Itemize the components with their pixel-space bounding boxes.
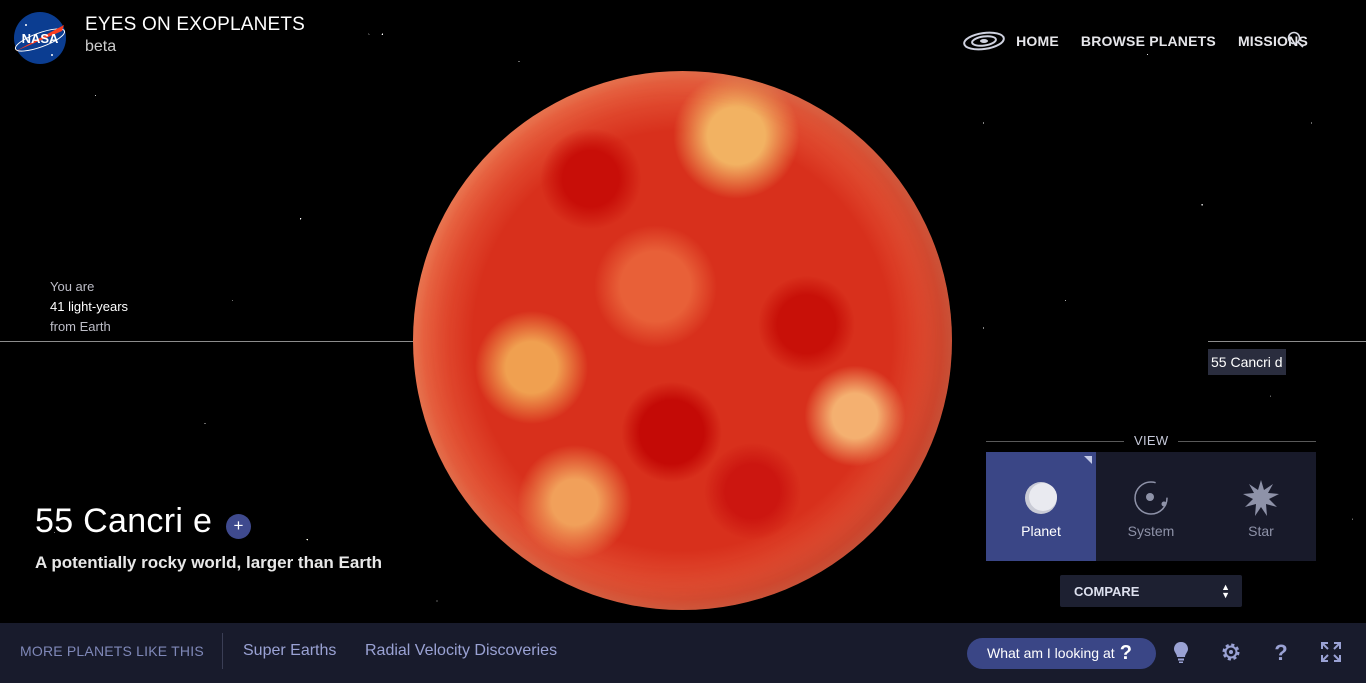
more-planets-label: MORE PLANETS LIKE THIS (20, 643, 204, 659)
view-divider-right (1178, 441, 1316, 442)
view-title: VIEW (1134, 433, 1169, 448)
select-arrows-icon: ▲ ▼ (1221, 582, 1230, 600)
nav-home[interactable]: HOME (1016, 33, 1059, 49)
what-button-label: What am I looking at (987, 645, 1115, 661)
distance-info: You are 41 light-years from Earth (50, 277, 128, 337)
nasa-logo[interactable]: NASA (12, 11, 68, 65)
view-option-star[interactable]: Star (1206, 452, 1316, 561)
view-option-system[interactable]: System (1096, 452, 1206, 561)
planet-render[interactable] (413, 71, 952, 610)
compare-label: COMPARE (1074, 584, 1140, 599)
bottom-divider (222, 633, 223, 669)
view-option-planet[interactable]: Planet (986, 452, 1096, 561)
view-divider-left (986, 441, 1124, 442)
gear-icon[interactable] (1219, 640, 1243, 664)
view-option-label: Planet (1021, 523, 1061, 539)
planet-view-icon (1025, 482, 1057, 514)
view-option-label: System (1127, 523, 1175, 539)
view-panel: Planet System Star (986, 452, 1316, 561)
compare-select[interactable]: COMPARE ▲ ▼ (1060, 575, 1242, 607)
search-icon[interactable] (1286, 30, 1306, 50)
add-planet-button[interactable]: + (226, 514, 251, 539)
distance-line1: You are (50, 279, 95, 294)
planet-tagline: A potentially rocky world, larger than E… (35, 553, 382, 572)
view-option-label: Star (1248, 523, 1274, 539)
neighbor-planet-label[interactable]: 55 Cancri d (1208, 349, 1286, 375)
nav-browse-planets[interactable]: BROWSE PLANETS (1081, 33, 1216, 49)
top-nav: HOME BROWSE PLANETS MISSIONS (962, 30, 1308, 52)
galaxy-icon[interactable] (962, 30, 1006, 52)
star-view-icon (1243, 480, 1279, 516)
bottom-bar: MORE PLANETS LIKE THIS Super Earths Radi… (0, 623, 1366, 683)
neighbor-line (1208, 341, 1366, 342)
app-subtitle: beta (85, 38, 117, 55)
category-super-earths[interactable]: Super Earths (243, 642, 336, 660)
distance-line (0, 341, 413, 342)
distance-line3: from Earth (50, 319, 111, 334)
category-radial-velocity[interactable]: Radial Velocity Discoveries (365, 642, 557, 660)
svg-text:?: ? (1274, 640, 1287, 664)
what-am-i-looking-at-button[interactable]: What am I looking at ? (967, 638, 1156, 669)
help-icon[interactable]: ? (1269, 640, 1293, 664)
app-title[interactable]: EYES ON EXOPLANETS (85, 14, 305, 36)
fullscreen-icon[interactable] (1319, 640, 1343, 664)
planet-name: 55 Cancri e (35, 502, 213, 540)
system-view-icon (1134, 481, 1168, 515)
selected-corner-icon (1084, 456, 1092, 464)
logo-text: NASA (22, 31, 59, 46)
lightbulb-icon[interactable] (1169, 640, 1193, 664)
distance-value: 41 light-years (50, 299, 129, 314)
question-mark-icon: ? (1119, 642, 1132, 664)
